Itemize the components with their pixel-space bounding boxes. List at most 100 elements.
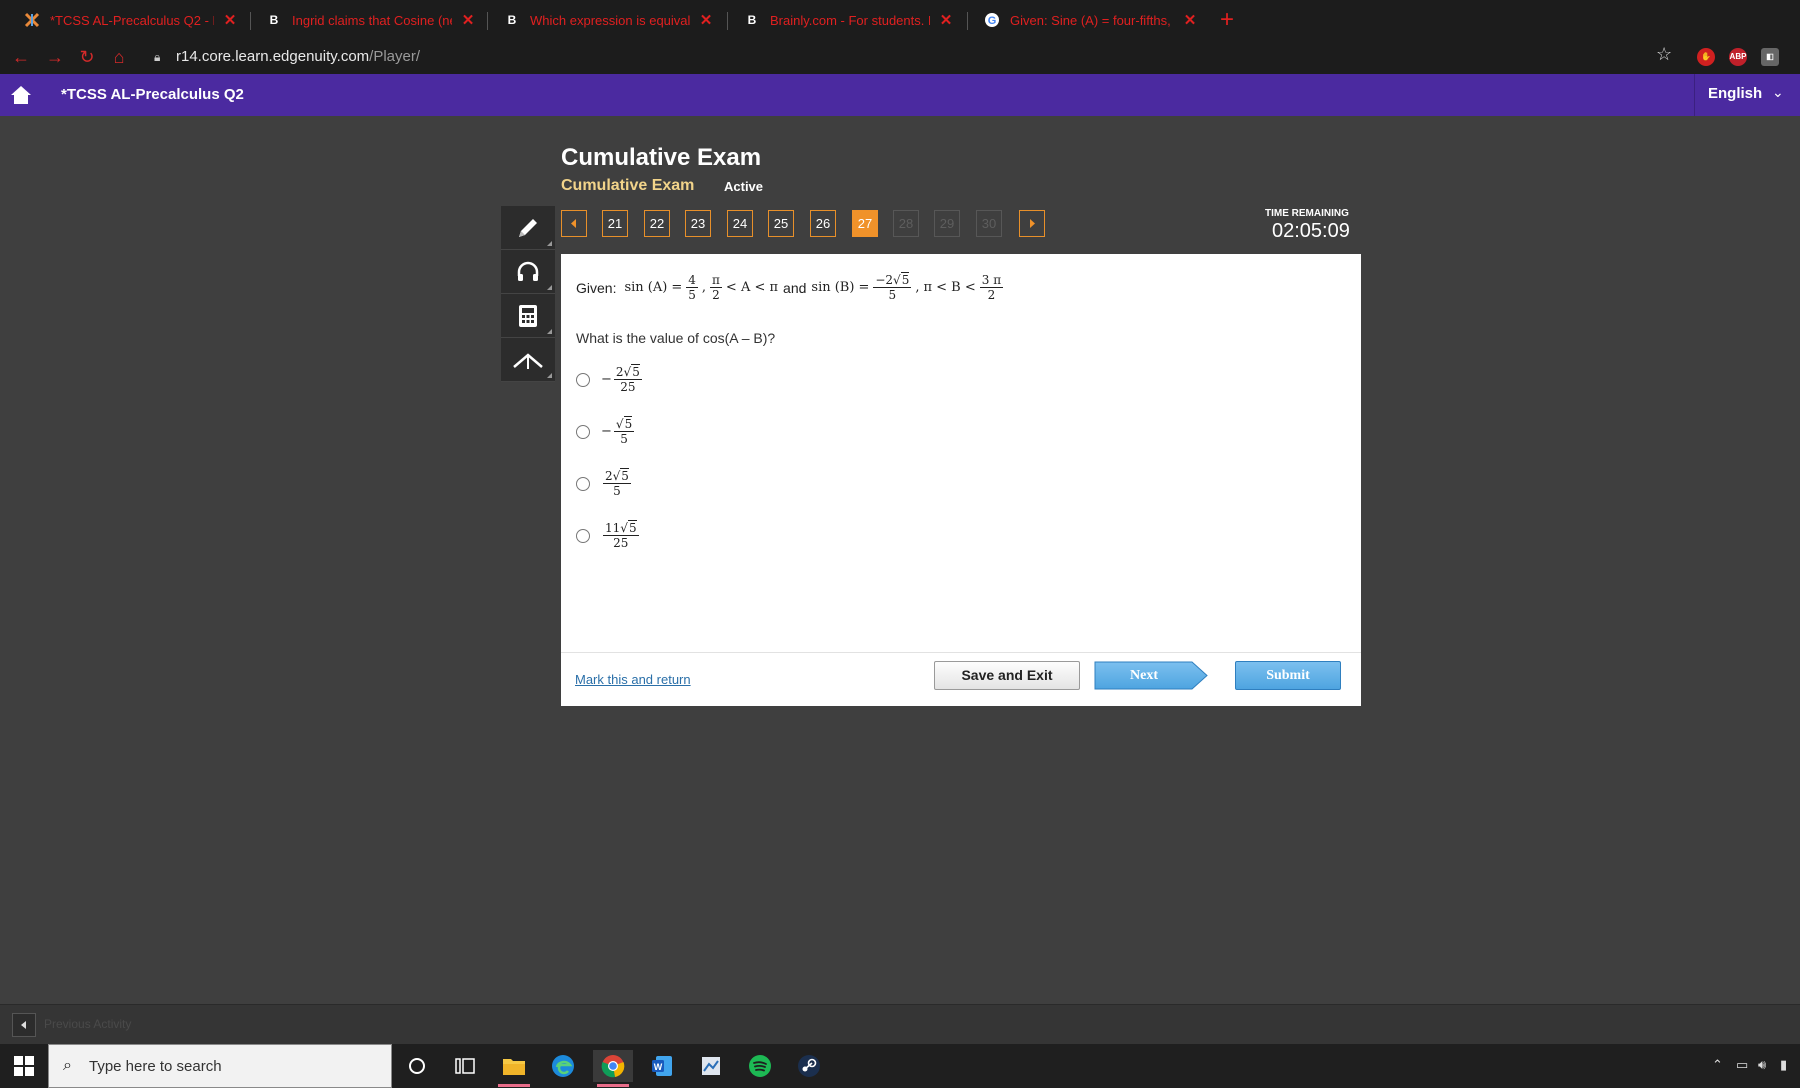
close-icon[interactable]: ✕ (460, 11, 476, 29)
browser-tab[interactable]: *TCSS AL-Precalculus Q2 - Edgen ✕ (10, 6, 246, 34)
steam-icon[interactable] (789, 1050, 829, 1082)
given-statement: Given: sin (A) = 4 5 , π 2 < A < π and s… (576, 272, 1005, 302)
pencil-icon (519, 218, 537, 237)
lock-icon: 🔒︎ (154, 50, 161, 64)
time-remaining-label: TIME REMAINING (1265, 208, 1349, 219)
reload-icon[interactable]: ↻ (76, 46, 98, 68)
caret-up-icon (513, 352, 543, 369)
divider (1694, 74, 1695, 116)
volume-icon[interactable]: 🔊︎ (1758, 1057, 1766, 1073)
notification-icon[interactable]: ▮ (1780, 1057, 1787, 1073)
network-icon[interactable]: ▭ (1736, 1057, 1748, 1073)
language-selector[interactable]: English (1708, 85, 1762, 102)
range-b: π < B < (923, 280, 976, 295)
answer-option[interactable]: − √5 5 (576, 416, 636, 446)
svg-text:G: G (988, 15, 997, 27)
and-text: and (783, 279, 807, 296)
answer-option[interactable]: 11√5 25 (576, 520, 641, 550)
task-view-icon[interactable] (445, 1050, 485, 1082)
question-28-button: 28 (893, 210, 919, 237)
new-tab-button[interactable]: + (1214, 8, 1240, 34)
back-arrow-icon[interactable]: ← (10, 46, 32, 68)
address-bar[interactable]: 🔒︎ r14.core.learn.edgenuity.com/Player/ (140, 43, 1660, 71)
cortana-icon[interactable] (397, 1050, 437, 1082)
option-fraction: 11√5 25 (603, 520, 639, 550)
chevron-down-icon[interactable]: ⌄ (1772, 84, 1784, 101)
question-27-button[interactable]: 27 (852, 210, 878, 237)
question-30-button: 30 (976, 210, 1002, 237)
next-button[interactable]: Next (1094, 661, 1208, 690)
option-fraction: √5 5 (613, 416, 635, 446)
svg-text:W: W (654, 1062, 663, 1072)
sin-a-expression: sin (A) (624, 280, 668, 295)
radio-button[interactable] (576, 476, 590, 491)
active-indicator (597, 1084, 629, 1087)
active-indicator (498, 1084, 530, 1087)
edgenuity-icon (24, 12, 40, 28)
comma: , (915, 280, 920, 295)
bookmark-star-icon[interactable]: ☆ (1656, 44, 1672, 65)
close-icon[interactable]: ✕ (1182, 11, 1198, 29)
corner-indicator (547, 373, 552, 378)
previous-activity-button[interactable] (12, 1013, 36, 1037)
save-and-exit-button[interactable]: Save and Exit (934, 661, 1080, 690)
submit-button[interactable]: Submit (1235, 661, 1341, 690)
extension-icon[interactable]: ✋ (1697, 48, 1715, 66)
windows-start-icon[interactable] (14, 1056, 34, 1076)
range-a: < A < π (725, 280, 779, 295)
radio-button[interactable] (576, 424, 590, 439)
browser-tab[interactable]: G Given: Sine (A) = four-fifths, Start ✕ (970, 6, 1206, 34)
calculator-tool[interactable] (501, 294, 555, 338)
pencil-tool[interactable] (501, 206, 555, 250)
mark-and-return-link[interactable]: Mark this and return (575, 672, 691, 687)
option-fraction: 2√5 5 (603, 468, 631, 498)
tab-title: Which expression is equivalent t (530, 12, 690, 28)
next-question-button[interactable] (1019, 210, 1045, 237)
extension-icon[interactable]: ◧ (1761, 48, 1779, 66)
question-29-button: 29 (934, 210, 960, 237)
spotify-icon[interactable] (740, 1050, 780, 1082)
tab-title: Ingrid claims that Cosine (negati (292, 12, 452, 28)
browser-tab[interactable]: B Brainly.com - For students. By st ✕ (730, 6, 962, 34)
close-icon[interactable]: ✕ (938, 11, 954, 29)
close-icon[interactable]: ✕ (698, 11, 714, 29)
question-26-button[interactable]: 26 (810, 210, 836, 237)
question-23-button[interactable]: 23 (685, 210, 711, 237)
radio-button[interactable] (576, 372, 590, 387)
forward-arrow-icon[interactable]: → (44, 46, 66, 68)
word-icon[interactable]: W (642, 1050, 682, 1082)
taskbar-search-input[interactable]: ⌕ Type here to search (48, 1044, 392, 1088)
course-title: *TCSS AL-Precalculus Q2 (61, 86, 244, 103)
fraction-three-pi-over-two: 3 π 2 (979, 273, 1004, 302)
question-25-button[interactable]: 25 (768, 210, 794, 237)
answer-option[interactable]: 2√5 5 (576, 468, 633, 498)
brainly-icon: B (269, 13, 279, 27)
home-icon[interactable]: ⌂ (108, 46, 130, 68)
close-icon[interactable]: ✕ (222, 11, 238, 29)
previous-question-button[interactable] (561, 210, 587, 237)
corner-indicator (547, 329, 552, 334)
audio-tool[interactable] (501, 250, 555, 294)
browser-tab[interactable]: B Ingrid claims that Cosine (negati ✕ (252, 6, 484, 34)
formula-tool[interactable] (501, 338, 555, 382)
browser-tab[interactable]: B Which expression is equivalent t ✕ (490, 6, 722, 34)
adblock-plus-icon[interactable]: ABP (1729, 48, 1747, 66)
question-22-button[interactable]: 22 (644, 210, 670, 237)
chrome-icon[interactable] (593, 1050, 633, 1087)
app-icon[interactable] (691, 1050, 731, 1082)
radio-button[interactable] (576, 528, 590, 543)
edge-icon[interactable] (543, 1050, 583, 1082)
equals-sign: = (671, 280, 683, 295)
corner-indicator (547, 241, 552, 246)
question-21-button[interactable]: 21 (602, 210, 628, 237)
tab-separator (250, 12, 251, 30)
home-icon[interactable] (8, 82, 34, 108)
status-badge: Active (724, 179, 764, 194)
answer-option[interactable]: − 2√5 25 (576, 364, 644, 393)
file-explorer-icon[interactable] (494, 1050, 534, 1087)
given-label: Given: (576, 279, 617, 296)
comma: , (701, 280, 707, 295)
chevron-up-icon[interactable]: ⌃ (1712, 1057, 1723, 1073)
question-24-button[interactable]: 24 (727, 210, 753, 237)
activity-title: Cumulative Exam (561, 177, 695, 194)
